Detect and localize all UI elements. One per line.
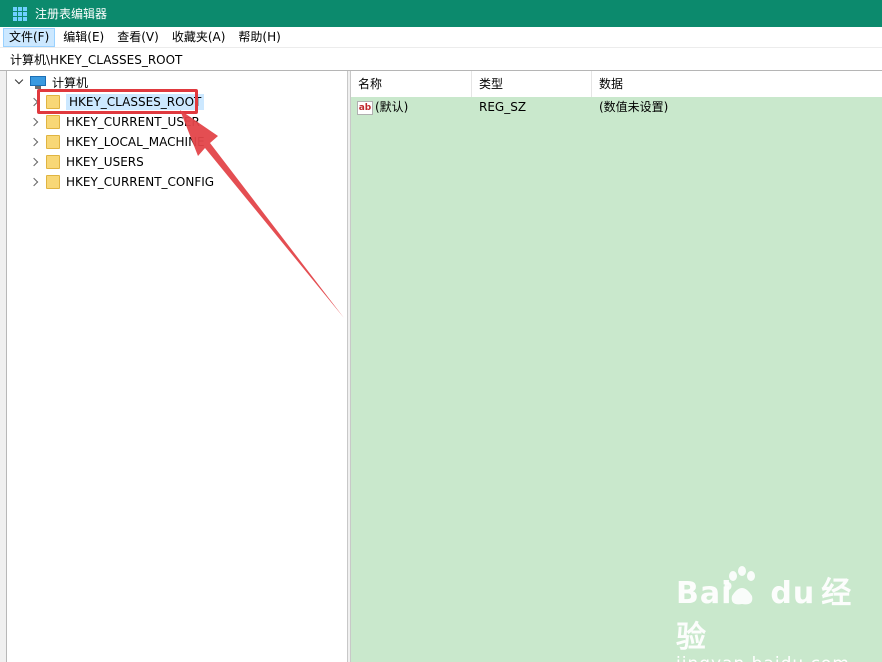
value-type: REG_SZ <box>479 100 527 114</box>
list-header: 名称 类型 数据 <box>351 71 882 97</box>
column-header-name[interactable]: 名称 <box>351 71 472 97</box>
watermark-brand: Bai du 经验 <box>676 576 853 655</box>
column-header-type[interactable]: 类型 <box>472 71 592 97</box>
baidu-jingyan-watermark: Baidu经验 jingyan.baidu.com <box>676 568 882 662</box>
value-name-cell: ab (默认) <box>351 97 472 117</box>
ab-string-icon: ab <box>357 100 373 115</box>
value-data: (数值未设置) <box>599 100 669 114</box>
column-header-data[interactable]: 数据 <box>592 71 882 97</box>
annotation-arrow-shape <box>180 110 344 318</box>
value-name: (默认) <box>375 100 409 114</box>
table-row[interactable]: ab (默认) REG_SZ (数值未设置) <box>351 97 882 117</box>
